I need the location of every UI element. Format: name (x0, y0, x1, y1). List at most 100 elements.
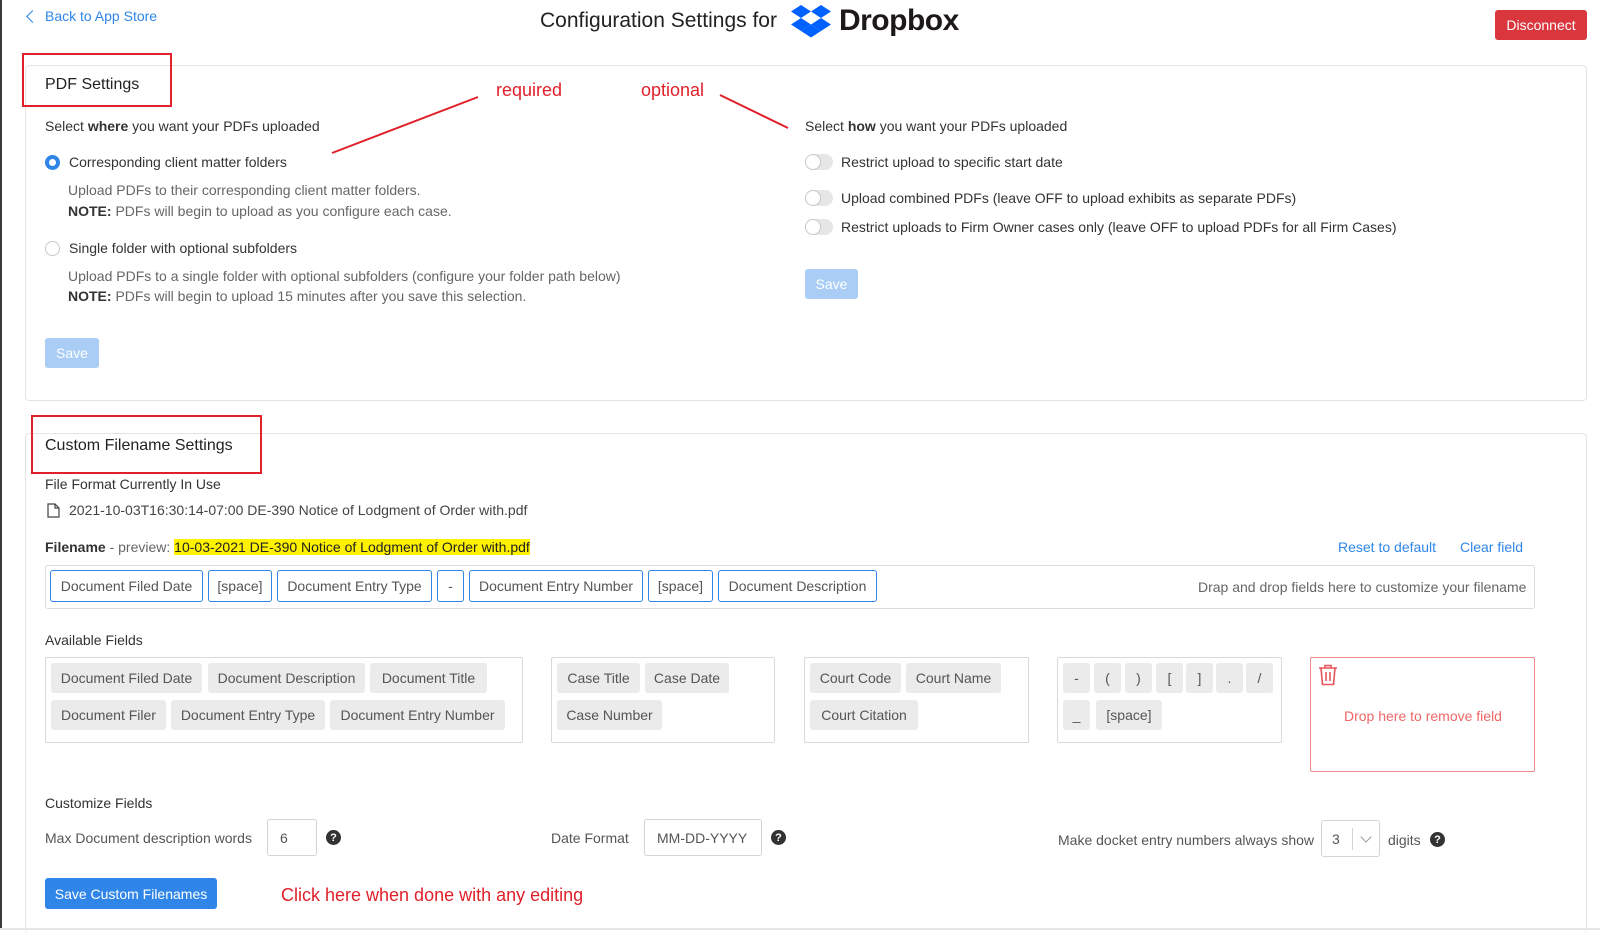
available-field-chip[interactable]: Document Filed Date (51, 663, 202, 693)
radio-option-single-folder[interactable]: Single folder with optional subfolders (45, 240, 297, 256)
option2-note: NOTE: PDFs will begin to upload 15 minut… (68, 288, 526, 304)
where-heading: Select where you want your PDFs uploaded (45, 118, 320, 134)
available-fields-heading: Available Fields (45, 632, 143, 648)
toggle-row-firm-owner: Restrict uploads to Firm Owner cases onl… (805, 219, 1397, 235)
clear-field-link[interactable]: Clear field (1460, 539, 1523, 555)
how-heading: Select how you want your PDFs uploaded (805, 118, 1067, 134)
available-field-chip[interactable]: Case Title (557, 663, 640, 693)
docket-digits-value: 3 (1332, 830, 1340, 847)
dropbox-logo: Dropbox (790, 4, 959, 38)
page-title-text: Configuration Settings for (540, 9, 777, 32)
filename-label: Filename (45, 539, 106, 555)
docket-digits-select[interactable]: 3 (1321, 820, 1380, 857)
current-file-row: 2021-10-03T16:30:14-07:00 DE-390 Notice … (47, 502, 527, 518)
help-icon[interactable]: ? (1430, 832, 1445, 847)
toggle-row-start-date: Restrict upload to specific start date (805, 154, 1063, 170)
select-divider (1352, 827, 1353, 850)
selected-field-chip[interactable]: Document Description (718, 570, 877, 602)
selected-field-chip[interactable]: Document Entry Number (469, 570, 643, 602)
page-title: Configuration Settings for Dropbox (540, 4, 959, 38)
help-icon[interactable]: ? (771, 830, 786, 845)
selected-field-chip[interactable]: [space] (208, 570, 272, 602)
where-prefix: Select (45, 118, 88, 134)
chevron-down-icon (1360, 830, 1372, 843)
available-field-chip[interactable]: ( (1094, 663, 1121, 693)
option1-note-label: NOTE: (68, 203, 112, 219)
pdf-how-save-button[interactable]: Save (805, 269, 858, 299)
date-format-label: Date Format (551, 830, 629, 846)
max-words-label: Max Document description words (45, 830, 252, 846)
where-bold: where (87, 118, 129, 134)
radio-option-client-matter[interactable]: Corresponding client matter folders (45, 154, 287, 170)
option2-note-text: PDFs will begin to upload 15 minutes aft… (111, 288, 527, 304)
optional-annotation: optional (641, 80, 705, 100)
disconnect-button[interactable]: Disconnect (1495, 10, 1587, 40)
remove-field-label: Drop here to remove field (1344, 708, 1502, 724)
how-bold: how (847, 118, 876, 134)
available-field-chip[interactable]: [ (1156, 663, 1183, 693)
left-edge-rule (0, 0, 2, 930)
available-field-chip[interactable]: Court Citation (810, 700, 918, 730)
available-field-chip[interactable]: Court Code (810, 663, 901, 693)
how-prefix: Select (805, 118, 848, 134)
reset-to-default-link[interactable]: Reset to default (1338, 539, 1436, 555)
preview-label: - preview: (105, 539, 175, 555)
back-link-label: Back to App Store (45, 8, 158, 24)
date-format-input[interactable]: MM-DD-YYYY (644, 819, 762, 856)
available-field-chip[interactable]: Document Description (208, 663, 365, 693)
available-field-chip[interactable]: Case Number (557, 700, 662, 730)
required-annotation: required (496, 80, 563, 100)
available-field-chip[interactable]: [space] (1096, 700, 1162, 730)
option1-note: NOTE: PDFs will begin to upload as you c… (68, 203, 452, 219)
option2-description: Upload PDFs to a single folder with opti… (68, 268, 621, 284)
toggle-combined-pdfs[interactable] (805, 190, 833, 206)
available-field-chip[interactable]: Case Date (645, 663, 729, 693)
radio-selected-icon[interactable] (45, 154, 60, 170)
filename-preview-line: Filename - preview: 10-03-2021 DE-390 No… (45, 539, 530, 555)
selected-field-chip[interactable]: - (437, 570, 464, 602)
available-field-chip[interactable]: Court Name (906, 663, 1001, 693)
available-field-chip[interactable]: / (1246, 663, 1273, 693)
back-to-app-store-link[interactable]: Back to App Store (26, 8, 158, 24)
available-field-chip[interactable]: Document Entry Number (330, 700, 505, 730)
bottom-edge-rule (0, 928, 1600, 930)
how-suffix: you want your PDFs uploaded (875, 118, 1068, 134)
available-field-chip[interactable]: Document Title (370, 663, 487, 693)
available-field-chip[interactable]: - (1063, 663, 1090, 693)
selected-field-chip[interactable]: Document Entry Type (277, 570, 432, 602)
file-format-heading: File Format Currently In Use (45, 476, 221, 492)
trash-icon (1319, 664, 1337, 686)
save-custom-filenames-button[interactable]: Save Custom Filenames (45, 878, 217, 909)
available-field-chip[interactable]: Document Filer (51, 700, 166, 730)
save-hint-annotation: Click here when done with any editing (281, 885, 584, 905)
available-field-chip[interactable]: ] (1186, 663, 1213, 693)
radio-label-client-matter: Corresponding client matter folders (69, 154, 287, 170)
current-file-name: 2021-10-03T16:30:14-07:00 DE-390 Notice … (69, 502, 528, 518)
radio-label-single-folder: Single folder with optional subfolders (69, 240, 298, 256)
toggle-start-date[interactable] (805, 154, 833, 170)
selected-field-chip[interactable]: [space] (648, 570, 713, 602)
available-field-chip[interactable]: Document Entry Type (171, 700, 325, 730)
toggle-start-date-label: Restrict upload to specific start date (841, 154, 1063, 170)
toggle-firm-owner[interactable] (805, 219, 833, 235)
where-suffix: you want your PDFs uploaded (128, 118, 320, 134)
option1-description: Upload PDFs to their corresponding clien… (68, 182, 421, 198)
pdf-where-save-button[interactable]: Save (45, 338, 99, 368)
customize-fields-heading: Customize Fields (45, 795, 153, 811)
toggle-firm-owner-label: Restrict uploads to Firm Owner cases onl… (841, 219, 1397, 235)
max-words-input[interactable]: 6 (267, 819, 317, 856)
selected-field-chip[interactable]: Document Filed Date (50, 570, 203, 602)
dropbox-icon (790, 5, 831, 38)
available-field-chip[interactable]: _ (1063, 700, 1090, 730)
available-field-chip[interactable]: ) (1125, 663, 1152, 693)
dropbox-wordmark: Dropbox (838, 4, 959, 37)
radio-unselected-icon[interactable] (45, 240, 60, 256)
option1-note-text: PDFs will begin to upload as you configu… (111, 203, 452, 219)
digits-label: digits (1388, 832, 1421, 848)
chevron-left-icon (26, 10, 39, 23)
help-icon[interactable]: ? (326, 830, 341, 845)
docket-digits-label: Make docket entry numbers always show (1058, 832, 1314, 848)
available-field-chip[interactable]: . (1216, 663, 1243, 693)
filename-preview-value: 10-03-2021 DE-390 Notice of Lodgment of … (174, 539, 530, 555)
pdf-settings-title: PDF Settings (45, 76, 140, 93)
